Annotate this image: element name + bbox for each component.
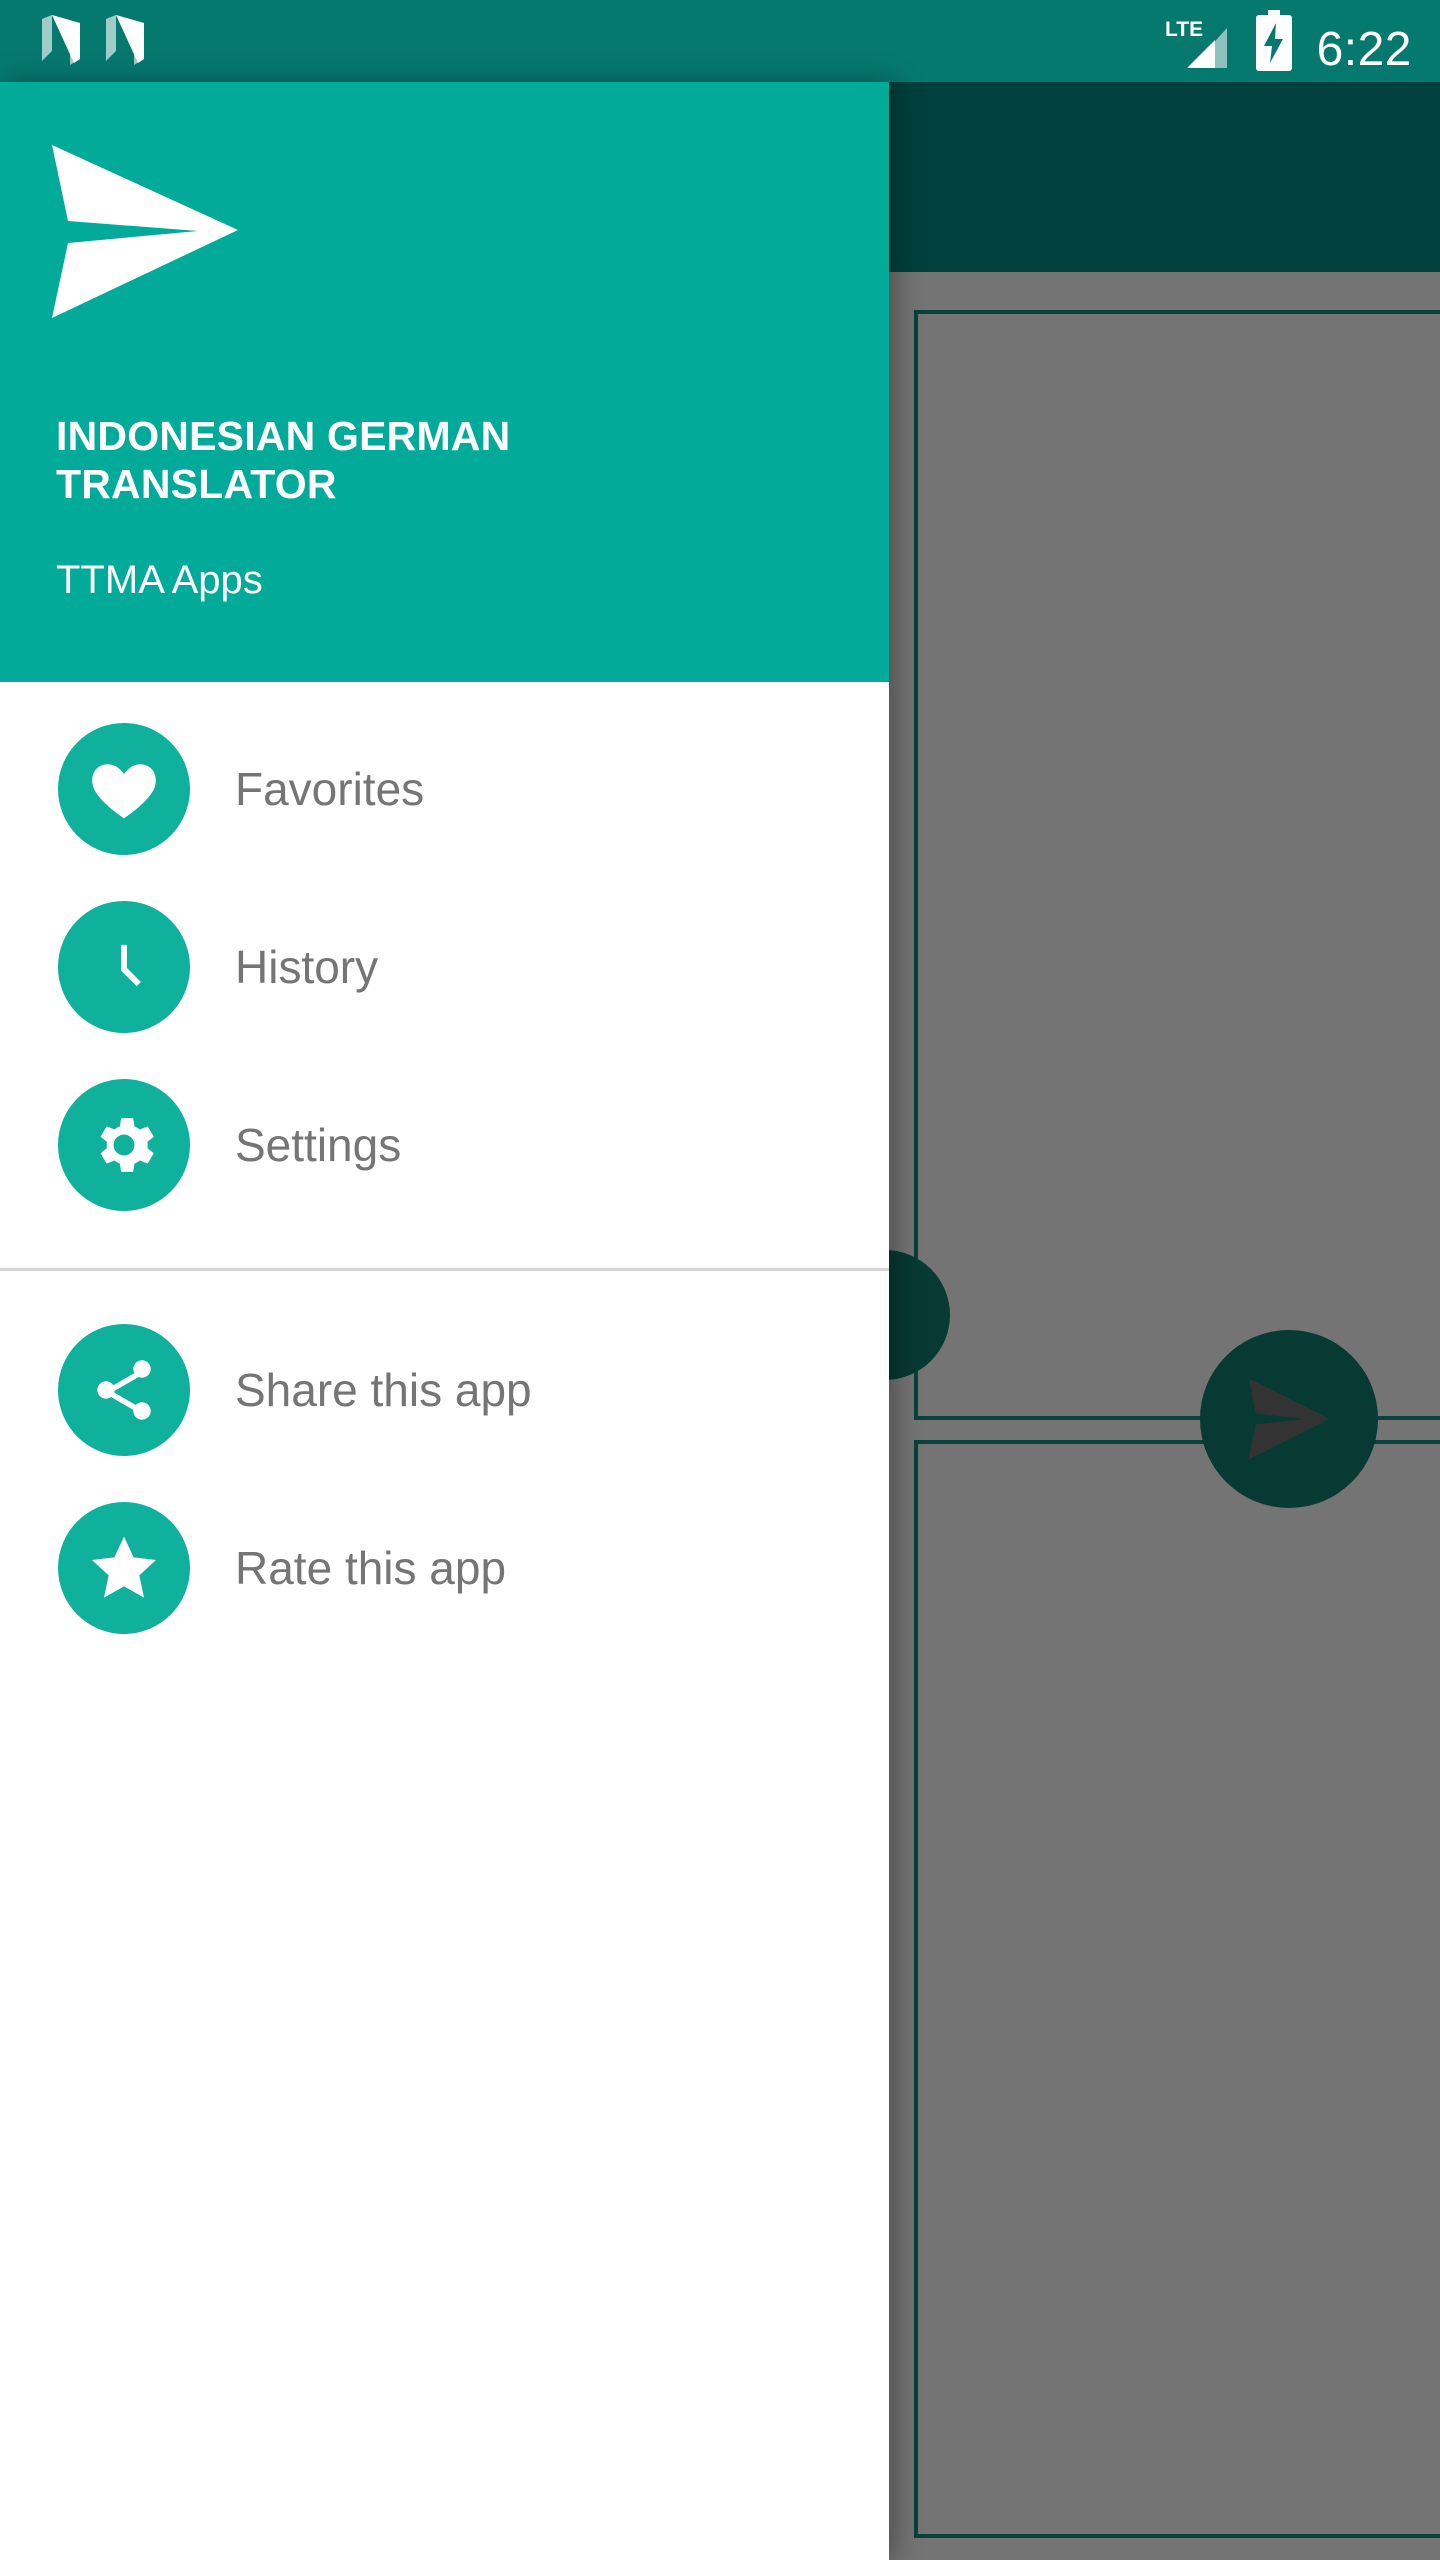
drawer-item-label: Rate this app	[235, 1542, 507, 1594]
drawer-item-history[interactable]: History	[0, 878, 889, 1056]
paper-plane-logo-icon	[48, 139, 248, 324]
drawer-item-label: Settings	[235, 1119, 402, 1171]
drawer-menu: Favorites History Settings Share this ap…	[0, 682, 889, 2560]
status-bar: LTE 6:22	[0, 0, 1440, 82]
signal-cellular-icon: LTE	[1165, 16, 1231, 72]
drawer-divider	[0, 1268, 889, 1271]
android-nougat-icon	[40, 13, 82, 69]
svg-text:LTE: LTE	[1165, 18, 1203, 41]
drawer-item-rate-this-app[interactable]: Rate this app	[0, 1479, 889, 1657]
share-icon	[58, 1324, 190, 1456]
clock-icon	[58, 901, 190, 1033]
android-nougat-icon	[104, 13, 146, 69]
heart-icon	[58, 723, 190, 855]
drawer-item-settings[interactable]: Settings	[0, 1056, 889, 1234]
drawer-item-favorites[interactable]: Favorites	[0, 700, 889, 878]
drawer-header: INDONESIAN GERMAN TRANSLATOR TTMA Apps	[0, 82, 889, 682]
status-bar-clock: 6:22	[1316, 23, 1412, 76]
drawer-app-name: INDONESIAN GERMAN TRANSLATOR	[56, 413, 511, 508]
drawer-item-label: Favorites	[235, 763, 425, 815]
drawer-publisher: TTMA Apps	[56, 558, 263, 602]
battery-charging-icon	[1253, 10, 1295, 72]
status-bar-right: LTE 6:22	[1165, 10, 1412, 76]
phone-screen: GERMAN	[0, 0, 1440, 2560]
drawer-item-label: Share this app	[235, 1364, 532, 1416]
gear-icon	[58, 1079, 190, 1211]
drawer-item-label: History	[235, 941, 379, 993]
status-bar-left	[40, 13, 146, 69]
star-icon	[58, 1502, 190, 1634]
navigation-drawer: INDONESIAN GERMAN TRANSLATOR TTMA Apps F…	[0, 82, 889, 2560]
drawer-item-share-this-app[interactable]: Share this app	[0, 1301, 889, 1479]
